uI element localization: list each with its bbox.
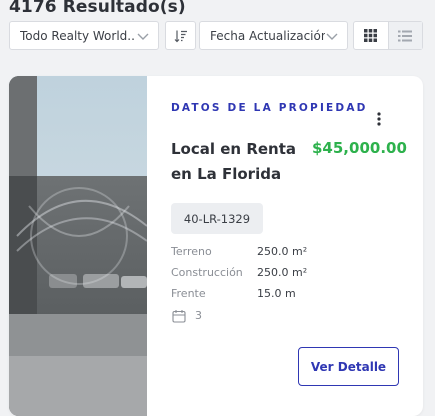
- spec-value-terreno: 250.0 m²: [257, 245, 308, 258]
- more-options-icon[interactable]: [375, 111, 383, 127]
- spec-label-construccion: Construcción: [171, 266, 243, 279]
- calendar-count: 3: [195, 309, 202, 322]
- property-title-line1: Local en Renta: [171, 140, 297, 158]
- list-icon: [398, 30, 413, 41]
- list-view-button[interactable]: [387, 22, 422, 49]
- view-detail-button[interactable]: Ver Detalle: [298, 347, 399, 386]
- chevron-down-icon: [137, 33, 149, 40]
- property-price: $45,000.00: [312, 139, 407, 157]
- spec-value-construccion: 250.0 m²: [257, 266, 308, 279]
- sort-icon: [174, 30, 187, 42]
- property-title[interactable]: Local en Renta en La Florida: [171, 137, 296, 187]
- spec-value-frente: 15.0 m: [257, 287, 296, 300]
- calendar-icon: [172, 310, 186, 323]
- order-by-value: Fecha Actualización: [210, 28, 325, 43]
- property-card: DATOS DE LA PROPIEDAD Local en Renta en …: [9, 76, 423, 416]
- spec-label-frente: Frente: [171, 287, 206, 300]
- agency-filter-value: Todo Realty World...: [20, 28, 136, 43]
- property-title-line2: en La Florida: [171, 165, 282, 183]
- property-photo[interactable]: [9, 76, 147, 416]
- grid-icon: [364, 29, 378, 42]
- grid-view-button[interactable]: [354, 22, 388, 49]
- sort-direction-button[interactable]: [165, 21, 196, 50]
- property-code-badge: 40-LR-1329: [171, 203, 263, 234]
- agency-filter-select[interactable]: Todo Realty World...: [9, 21, 159, 50]
- chevron-down-icon: [326, 33, 338, 40]
- view-toggle: [353, 21, 423, 50]
- spec-label-terreno: Terreno: [171, 245, 212, 258]
- order-by-select[interactable]: Fecha Actualización: [199, 21, 348, 50]
- results-count: 4176 Resultado(s): [9, 0, 186, 17]
- section-label: DATOS DE LA PROPIEDAD: [171, 102, 368, 114]
